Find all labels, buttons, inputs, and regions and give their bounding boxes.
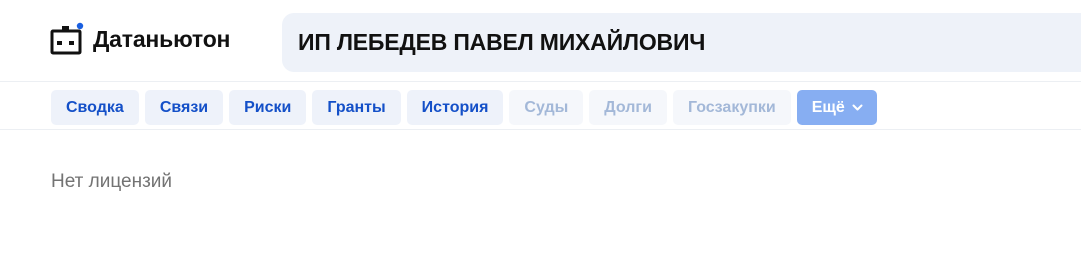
robot-logo-icon	[50, 22, 84, 55]
tab-connections[interactable]: Связи	[144, 90, 224, 125]
tab-label: Гранты	[327, 98, 386, 116]
more-label: Ещё	[811, 98, 845, 116]
logo-text: Датаньютон	[93, 25, 231, 52]
tab-history[interactable]: История	[406, 90, 504, 125]
search-value[interactable]: ИП ЛЕБЕДЕВ ПАВЕЛ МИХАЙЛОВИЧ	[298, 29, 705, 56]
tab-procurement[interactable]: Госзакупки	[672, 90, 791, 125]
logo[interactable]: Датаньютон	[50, 22, 230, 56]
tab-label: Долги	[604, 98, 652, 116]
chevron-down-icon	[852, 104, 863, 110]
tab-grants[interactable]: Гранты	[312, 90, 401, 125]
tab-label: Госзакупки	[687, 98, 776, 116]
tab-summary[interactable]: Сводка	[51, 90, 139, 125]
tab-label: Сводка	[66, 98, 124, 116]
more-dropdown-button[interactable]: Ещё	[796, 90, 877, 125]
content-area: Нет лицензий	[0, 130, 1081, 193]
tab-risks[interactable]: Риски	[229, 90, 307, 125]
section-tabs: Сводка Связи Риски Гранты История Суды Д…	[0, 82, 1081, 130]
company-search-field[interactable]: ИП ЛЕБЕДЕВ ПАВЕЛ МИХАЙЛОВИЧ	[282, 13, 1081, 72]
header: Датаньютон ИП ЛЕБЕДЕВ ПАВЕЛ МИХАЙЛОВИЧ	[0, 0, 1081, 82]
tab-label: Суды	[524, 98, 569, 116]
tab-label: Связи	[159, 98, 209, 116]
tab-label: Риски	[244, 98, 292, 116]
empty-state-message: Нет лицензий	[51, 171, 173, 192]
tab-debts[interactable]: Долги	[589, 90, 667, 125]
tab-courts[interactable]: Суды	[509, 90, 584, 125]
tab-label: История	[421, 98, 489, 116]
